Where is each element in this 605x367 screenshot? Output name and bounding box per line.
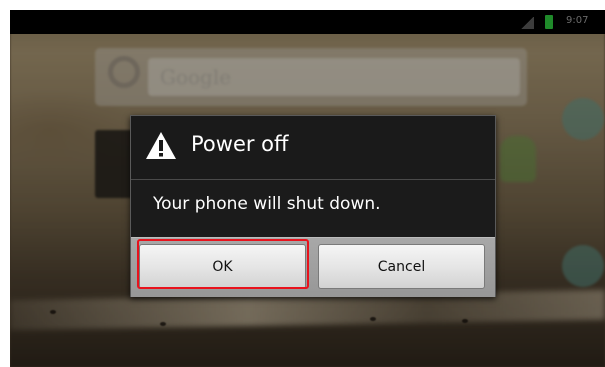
warning-icon <box>146 132 176 159</box>
status-clock: 9:07 <box>566 15 589 26</box>
dialog-button-bar: OK Cancel <box>131 237 495 297</box>
dialog-divider <box>131 179 495 180</box>
cancel-button[interactable]: Cancel <box>318 244 485 289</box>
status-bar: 9:07 <box>10 10 605 34</box>
power-off-dialog: Power off Your phone will shut down. OK … <box>130 115 496 297</box>
battery-icon <box>545 15 553 29</box>
dialog-title: Power off <box>191 132 289 156</box>
dialog-header: Power off <box>131 116 495 180</box>
ok-button[interactable]: OK <box>139 244 306 289</box>
dialog-message: Your phone will shut down. <box>153 194 381 214</box>
signal-icon <box>520 17 534 29</box>
